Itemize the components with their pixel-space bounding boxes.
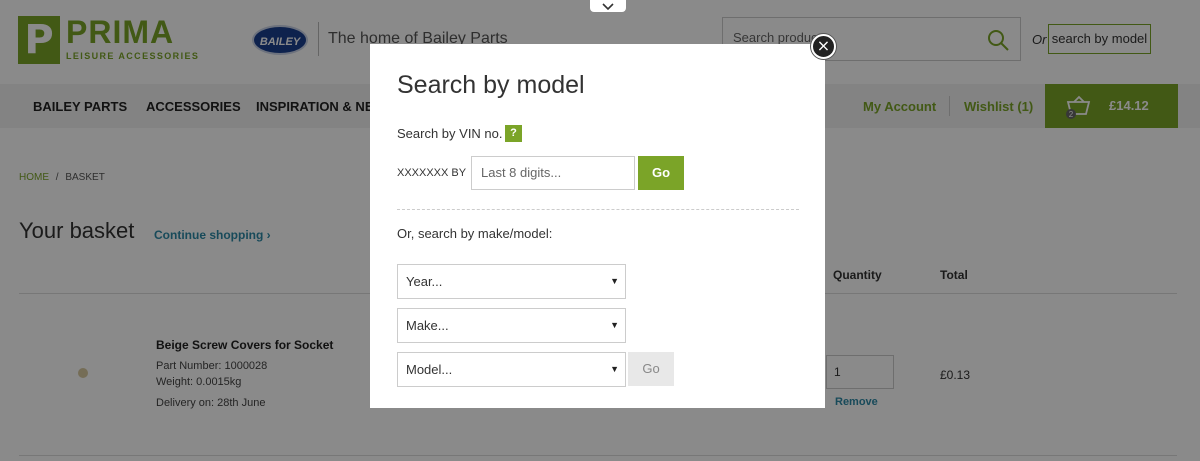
make-select-value: Make... xyxy=(406,318,449,333)
model-select-value: Model... xyxy=(406,362,453,377)
help-icon[interactable]: ? xyxy=(505,125,522,142)
modal-divider xyxy=(397,209,799,210)
vin-go-button[interactable]: Go xyxy=(638,156,684,190)
dropdown-arrow-icon: ▼ xyxy=(610,276,619,286)
modal-title: Search by model xyxy=(397,71,585,99)
make-select[interactable]: Make... ▼ xyxy=(397,308,626,343)
collapse-tab[interactable] xyxy=(590,0,626,12)
close-icon[interactable]: × xyxy=(811,34,836,59)
model-go-button[interactable]: Go xyxy=(628,352,674,386)
make-model-label: Or, search by make/model: xyxy=(397,226,553,241)
model-select[interactable]: Model... ▼ xyxy=(397,352,626,387)
vin-input[interactable]: Last 8 digits... xyxy=(471,156,635,190)
year-select-value: Year... xyxy=(406,274,443,289)
chevron-down-icon xyxy=(602,2,614,10)
dropdown-arrow-icon: ▼ xyxy=(610,320,619,330)
year-select[interactable]: Year... ▼ xyxy=(397,264,626,299)
search-by-model-modal: Search by model Search by VIN no. ? XXXX… xyxy=(370,44,825,408)
dropdown-arrow-icon: ▼ xyxy=(610,364,619,374)
vin-label: Search by VIN no. xyxy=(397,126,503,141)
vin-prefix: XXXXXXX BY xyxy=(397,167,467,179)
